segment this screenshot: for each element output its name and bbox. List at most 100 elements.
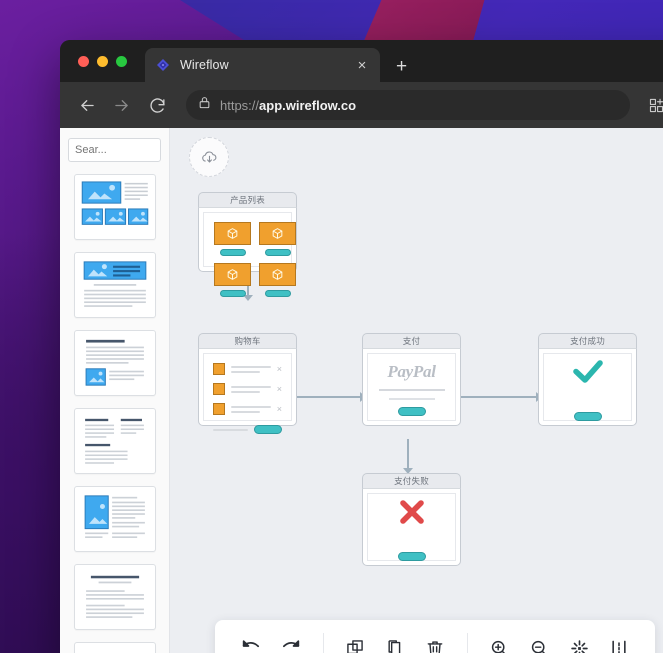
template-thumbnail[interactable] xyxy=(74,564,156,630)
template-sidebar[interactable] xyxy=(60,128,170,653)
check-mark-icon xyxy=(571,358,605,391)
extensions-grid-icon[interactable] xyxy=(642,91,663,119)
product-button[interactable] xyxy=(265,290,291,297)
failure-content xyxy=(368,494,455,560)
close-tab-button[interactable]: × xyxy=(354,58,370,73)
toolbar-divider xyxy=(323,633,324,653)
node-title: 支付失败 xyxy=(362,473,461,488)
minimize-window-button[interactable] xyxy=(97,56,108,67)
node-body[interactable]: PayPal xyxy=(362,348,461,426)
tab-title: Wireflow xyxy=(180,58,345,72)
cart-item-text xyxy=(231,406,271,413)
flow-canvas[interactable]: 产品列表 xyxy=(170,128,663,653)
template-thumbnail[interactable] xyxy=(74,642,156,653)
back-arrow-icon[interactable] xyxy=(72,90,102,120)
node-content xyxy=(367,493,456,561)
node-payment[interactable]: 支付 PayPal xyxy=(362,333,461,426)
product-image xyxy=(214,222,251,245)
node-shopping-cart[interactable]: 购物车 × × xyxy=(198,333,297,426)
node-title: 产品列表 xyxy=(198,192,297,207)
connector-payment-failed xyxy=(407,439,409,469)
node-body[interactable] xyxy=(198,207,297,272)
product-image xyxy=(259,263,296,286)
node-content xyxy=(203,212,292,267)
list-item[interactable]: × xyxy=(213,363,282,375)
duplicate-button[interactable] xyxy=(336,628,376,653)
node-title: 支付 xyxy=(362,333,461,348)
list-item[interactable]: × xyxy=(213,403,282,415)
template-thumbnail[interactable] xyxy=(74,330,156,396)
product-card[interactable] xyxy=(214,263,251,297)
forward-arrow-icon[interactable] xyxy=(106,90,136,120)
cross-mark-icon xyxy=(397,498,427,531)
product-card[interactable] xyxy=(259,222,296,256)
search-container[interactable] xyxy=(68,138,161,162)
wireflow-diamond-icon xyxy=(155,57,171,73)
product-image xyxy=(214,263,251,286)
align-button[interactable] xyxy=(599,628,639,653)
node-content xyxy=(543,353,632,421)
wireflow-app: 产品列表 xyxy=(60,128,663,653)
node-title: 购物车 xyxy=(198,333,297,348)
url-prefix: https:// xyxy=(220,98,259,113)
product-image xyxy=(259,222,296,245)
node-body[interactable] xyxy=(362,488,461,566)
close-window-button[interactable] xyxy=(78,56,89,67)
node-body[interactable]: × × × xyxy=(198,348,297,426)
maximize-window-button[interactable] xyxy=(116,56,127,67)
address-bar[interactable]: https://app.wireflow.co xyxy=(186,90,630,120)
paypal-content: PayPal xyxy=(368,354,455,420)
reload-icon[interactable] xyxy=(142,90,172,120)
continue-button[interactable] xyxy=(574,412,602,421)
window-controls[interactable] xyxy=(78,56,127,67)
remove-item-button[interactable]: × xyxy=(277,365,282,374)
cloud-download-icon[interactable] xyxy=(189,137,229,177)
fit-to-screen-button[interactable] xyxy=(559,628,599,653)
product-card[interactable] xyxy=(214,222,251,256)
delete-button[interactable] xyxy=(415,628,455,653)
zoom-in-button[interactable] xyxy=(480,628,520,653)
node-payment-success[interactable]: 支付成功 xyxy=(538,333,637,426)
list-item[interactable]: × xyxy=(213,383,282,395)
browser-window: Wireflow × + https://app.wireflow.co xyxy=(60,40,663,653)
cart-footer xyxy=(204,423,291,434)
pay-button[interactable] xyxy=(398,407,426,416)
divider xyxy=(379,389,445,391)
template-thumbnail[interactable] xyxy=(74,252,156,318)
success-content xyxy=(544,354,631,420)
search-input[interactable] xyxy=(69,139,161,161)
product-card[interactable] xyxy=(259,263,296,297)
copy-button[interactable] xyxy=(375,628,415,653)
template-thumbnail[interactable] xyxy=(74,486,156,552)
cart-item-text xyxy=(231,366,271,373)
node-content: PayPal xyxy=(367,353,456,421)
cart-item-thumb xyxy=(213,403,225,415)
zoom-out-button[interactable] xyxy=(520,628,560,653)
cart-item-thumb xyxy=(213,383,225,395)
template-thumbnail[interactable] xyxy=(74,408,156,474)
retry-button[interactable] xyxy=(398,552,426,561)
padlock-icon xyxy=(198,96,211,114)
url-domain: app.wireflow.co xyxy=(259,98,356,113)
browser-tab[interactable]: Wireflow × xyxy=(145,48,380,82)
template-thumbnail[interactable] xyxy=(74,174,156,240)
product-button[interactable] xyxy=(220,249,246,256)
node-body[interactable] xyxy=(538,348,637,426)
url-text: https://app.wireflow.co xyxy=(220,98,356,113)
browser-toolbar: https://app.wireflow.co xyxy=(60,82,663,128)
node-payment-failed[interactable]: 支付失败 xyxy=(362,473,461,566)
cart-item-thumb xyxy=(213,363,225,375)
checkout-button[interactable] xyxy=(254,425,282,434)
node-product-list[interactable]: 产品列表 xyxy=(198,192,297,272)
remove-item-button[interactable]: × xyxy=(277,405,282,414)
connector-payment-success xyxy=(455,396,538,398)
product-button[interactable] xyxy=(220,290,246,297)
node-title: 支付成功 xyxy=(538,333,637,348)
remove-item-button[interactable]: × xyxy=(277,385,282,394)
new-tab-button[interactable]: + xyxy=(396,57,407,76)
undo-button[interactable] xyxy=(231,628,271,653)
redo-button[interactable] xyxy=(271,628,311,653)
toolbar-divider xyxy=(467,633,468,653)
product-button[interactable] xyxy=(265,249,291,256)
canvas-toolbar xyxy=(215,620,655,653)
